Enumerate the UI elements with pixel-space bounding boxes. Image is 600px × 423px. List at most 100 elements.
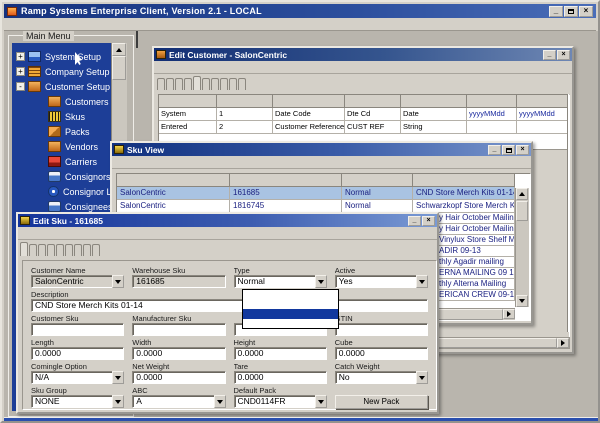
tab[interactable] bbox=[56, 244, 64, 256]
chevron-down-icon[interactable] bbox=[112, 395, 124, 408]
height-field[interactable]: 0.0000 bbox=[234, 347, 327, 360]
column-header[interactable] bbox=[159, 95, 217, 108]
tree-expand-box[interactable]: - bbox=[16, 82, 25, 91]
tab[interactable] bbox=[47, 244, 55, 256]
column-header[interactable] bbox=[413, 174, 515, 187]
edit-customer-icon bbox=[156, 50, 166, 59]
tab[interactable] bbox=[229, 78, 237, 90]
dropdown-option[interactable] bbox=[243, 319, 338, 329]
tree-item[interactable]: Skus bbox=[12, 109, 111, 124]
tree-item[interactable]: + Company Setup bbox=[12, 64, 111, 79]
column-header[interactable] bbox=[273, 95, 345, 108]
scroll-down-icon[interactable] bbox=[516, 295, 528, 307]
table-row[interactable]: Entered 2 Customer Reference CUST REF St… bbox=[159, 121, 569, 134]
tab[interactable] bbox=[202, 78, 210, 90]
tree-item[interactable]: Vendors bbox=[12, 139, 111, 154]
tab[interactable] bbox=[193, 76, 201, 90]
comingle-option-dropdown[interactable]: N/A bbox=[31, 371, 124, 384]
tab[interactable] bbox=[29, 244, 37, 256]
warehouse-sku-field[interactable]: 161685 bbox=[132, 275, 225, 288]
chevron-down-icon[interactable] bbox=[315, 395, 327, 408]
chevron-down-icon[interactable] bbox=[416, 275, 428, 288]
chevron-down-icon[interactable] bbox=[315, 275, 327, 288]
tab[interactable] bbox=[166, 78, 174, 90]
tab[interactable] bbox=[211, 78, 219, 90]
tree-item[interactable]: Customers bbox=[12, 94, 111, 109]
tree-scroll-thumb[interactable] bbox=[112, 56, 126, 80]
tab[interactable] bbox=[65, 244, 73, 256]
tree-item[interactable]: - Customer Setup bbox=[12, 79, 111, 94]
description-field[interactable]: CND Store Merch Kits 01-14 bbox=[31, 299, 428, 312]
minimize-icon[interactable]: _ bbox=[488, 145, 501, 155]
panel-splitter[interactable] bbox=[136, 31, 138, 48]
tab[interactable] bbox=[20, 242, 28, 256]
tab[interactable] bbox=[175, 78, 183, 90]
sku-group-dropdown[interactable]: NONE bbox=[31, 395, 124, 408]
manufacturer-sku-field[interactable] bbox=[132, 323, 225, 336]
abc-dropdown[interactable]: A bbox=[132, 395, 225, 408]
tree-item[interactable]: Consignors bbox=[12, 169, 111, 184]
cube-field[interactable]: 0.0000 bbox=[335, 347, 428, 360]
close-icon[interactable]: × bbox=[557, 50, 570, 60]
close-icon[interactable]: × bbox=[516, 145, 529, 155]
tare-field[interactable]: 0.0000 bbox=[234, 371, 327, 384]
chevron-down-icon[interactable] bbox=[214, 395, 226, 408]
chevron-down-icon[interactable] bbox=[112, 275, 124, 288]
maximize-icon[interactable] bbox=[502, 145, 515, 155]
minimize-icon[interactable]: _ bbox=[408, 216, 421, 226]
column-header[interactable] bbox=[217, 95, 273, 108]
width-field[interactable]: 0.0000 bbox=[132, 347, 225, 360]
tab[interactable] bbox=[83, 244, 91, 256]
scroll-right-icon[interactable] bbox=[503, 309, 515, 319]
tab[interactable] bbox=[74, 244, 82, 256]
customer-sku-field[interactable] bbox=[31, 323, 124, 336]
dropdown-option[interactable] bbox=[243, 309, 338, 319]
chevron-down-icon[interactable] bbox=[416, 371, 428, 384]
tab[interactable] bbox=[220, 78, 228, 90]
length-field[interactable]: 0.0000 bbox=[31, 347, 124, 360]
customer-name-dropdown[interactable]: SalonCentric bbox=[31, 275, 124, 288]
scroll-up-icon[interactable] bbox=[112, 43, 126, 56]
tree-item-label: Customer Setup bbox=[45, 82, 110, 92]
gtin-field[interactable] bbox=[335, 323, 428, 336]
tree-item[interactable]: Packs bbox=[12, 124, 111, 139]
column-header[interactable] bbox=[517, 95, 569, 108]
column-header[interactable] bbox=[117, 174, 230, 187]
tab[interactable] bbox=[92, 244, 100, 256]
tab[interactable] bbox=[38, 244, 46, 256]
vscroll-thumb[interactable] bbox=[516, 201, 528, 221]
default-pack-dropdown[interactable]: CND0114FR bbox=[234, 395, 327, 408]
tree-item[interactable]: Carriers bbox=[12, 154, 111, 169]
tree-item[interactable]: + System Setup bbox=[12, 49, 111, 64]
dropdown-option[interactable] bbox=[243, 290, 338, 300]
scroll-right-icon[interactable] bbox=[557, 338, 569, 348]
chevron-down-icon[interactable] bbox=[112, 371, 124, 384]
catch-weight-dropdown[interactable]: No bbox=[335, 371, 428, 384]
tab[interactable] bbox=[157, 78, 165, 90]
new-pack-button[interactable]: New Pack bbox=[335, 395, 428, 409]
tree-expand-box[interactable]: + bbox=[16, 52, 25, 61]
net-weight-field[interactable]: 0.0000 bbox=[132, 371, 225, 384]
column-header[interactable] bbox=[467, 95, 517, 108]
maximize-icon[interactable] bbox=[564, 6, 578, 17]
tree-item[interactable]: Consignor Locations bbox=[12, 184, 111, 199]
sku-view-vscrollbar[interactable] bbox=[515, 188, 529, 307]
column-header[interactable] bbox=[345, 95, 401, 108]
minimize-icon[interactable]: _ bbox=[549, 6, 563, 17]
scroll-up-icon[interactable] bbox=[516, 188, 528, 200]
close-icon[interactable]: × bbox=[422, 216, 435, 226]
column-header[interactable] bbox=[342, 174, 413, 187]
type-dropdown[interactable]: Normal bbox=[234, 275, 327, 288]
tab[interactable] bbox=[184, 78, 192, 90]
column-header[interactable] bbox=[230, 174, 342, 187]
active-dropdown[interactable]: Yes bbox=[335, 275, 428, 288]
minimize-icon[interactable]: _ bbox=[543, 50, 556, 60]
tree-expand-box[interactable]: + bbox=[16, 67, 25, 76]
tab[interactable] bbox=[238, 78, 246, 90]
dropdown-option[interactable] bbox=[243, 300, 338, 310]
description-label: Description bbox=[31, 290, 428, 299]
table-row[interactable]: System 1 Date Code Dte Cd Date yyyyMMdd … bbox=[159, 108, 569, 121]
close-icon[interactable]: × bbox=[579, 6, 593, 17]
column-header[interactable] bbox=[401, 95, 467, 108]
sku-row[interactable]: SalonCentric 161685 Normal CND Store Mer… bbox=[117, 187, 515, 200]
